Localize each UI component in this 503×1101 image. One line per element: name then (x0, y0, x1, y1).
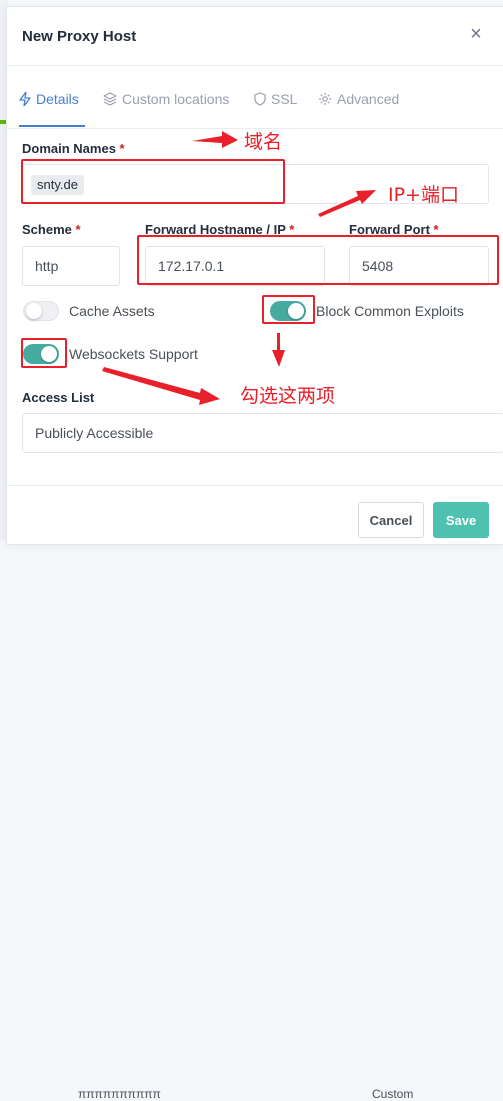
active-tab-indicator (19, 125, 85, 127)
annotation-text-check-both: 勾选这两项 (240, 385, 336, 407)
cache-assets-toggle-row[interactable]: Cache Assets (23, 301, 155, 321)
backdrop-row-text: ππππππππππ (78, 1087, 161, 1101)
gear-icon (319, 93, 331, 105)
shield-icon (254, 92, 266, 106)
tab-custom-locations-label: Custom locations (122, 91, 230, 107)
tab-details[interactable]: Details (19, 91, 79, 107)
tab-bar: Details Custom locations SSL Advanced (7, 66, 503, 129)
cache-assets-label: Cache Assets (69, 303, 155, 319)
tab-ssl-label: SSL (271, 91, 298, 107)
modal-title: New Proxy Host (22, 28, 137, 45)
scheme-label-text: Scheme (22, 222, 72, 237)
annotation-box-domain (21, 159, 285, 204)
scheme-value: http (35, 258, 59, 274)
websockets-label: Websockets Support (69, 346, 198, 362)
domain-names-label-text: Domain Names (22, 141, 116, 156)
block-exploits-label: Block Common Exploits (316, 303, 464, 319)
save-button[interactable]: Save (433, 502, 489, 538)
backdrop-row-text-right: Custom (372, 1087, 414, 1101)
modal-header: New Proxy Host × (7, 7, 503, 66)
bolt-icon (19, 92, 31, 106)
access-list-select[interactable]: Publicly Accessible (22, 413, 503, 453)
layers-icon (103, 92, 117, 106)
domain-names-label: Domain Names * (22, 141, 125, 156)
required-marker: * (75, 222, 81, 237)
tab-details-label: Details (36, 91, 79, 107)
tab-advanced[interactable]: Advanced (318, 91, 399, 107)
annotation-text-domain: 域名 (244, 131, 283, 153)
tab-custom-locations[interactable]: Custom locations (103, 91, 229, 107)
access-list-value: Publicly Accessible (35, 425, 154, 441)
required-marker: * (119, 141, 125, 156)
annotation-text-ip-port: IP+端口 (388, 184, 459, 206)
tab-advanced-label: Advanced (337, 91, 400, 107)
scheme-label: Scheme * (22, 222, 81, 237)
scheme-input[interactable]: http (22, 246, 120, 286)
toggle-knob (26, 303, 42, 319)
modal-footer: Cancel Save (7, 485, 503, 544)
annotation-box-websockets (21, 338, 67, 368)
annotation-box-block-exploits (262, 295, 315, 324)
access-list-label: Access List (22, 390, 95, 405)
close-icon[interactable]: × (466, 24, 486, 44)
tab-ssl[interactable]: SSL (254, 91, 297, 107)
annotation-box-ip-port (137, 235, 499, 285)
cancel-button[interactable]: Cancel (358, 502, 424, 538)
cache-assets-toggle[interactable] (23, 301, 59, 321)
